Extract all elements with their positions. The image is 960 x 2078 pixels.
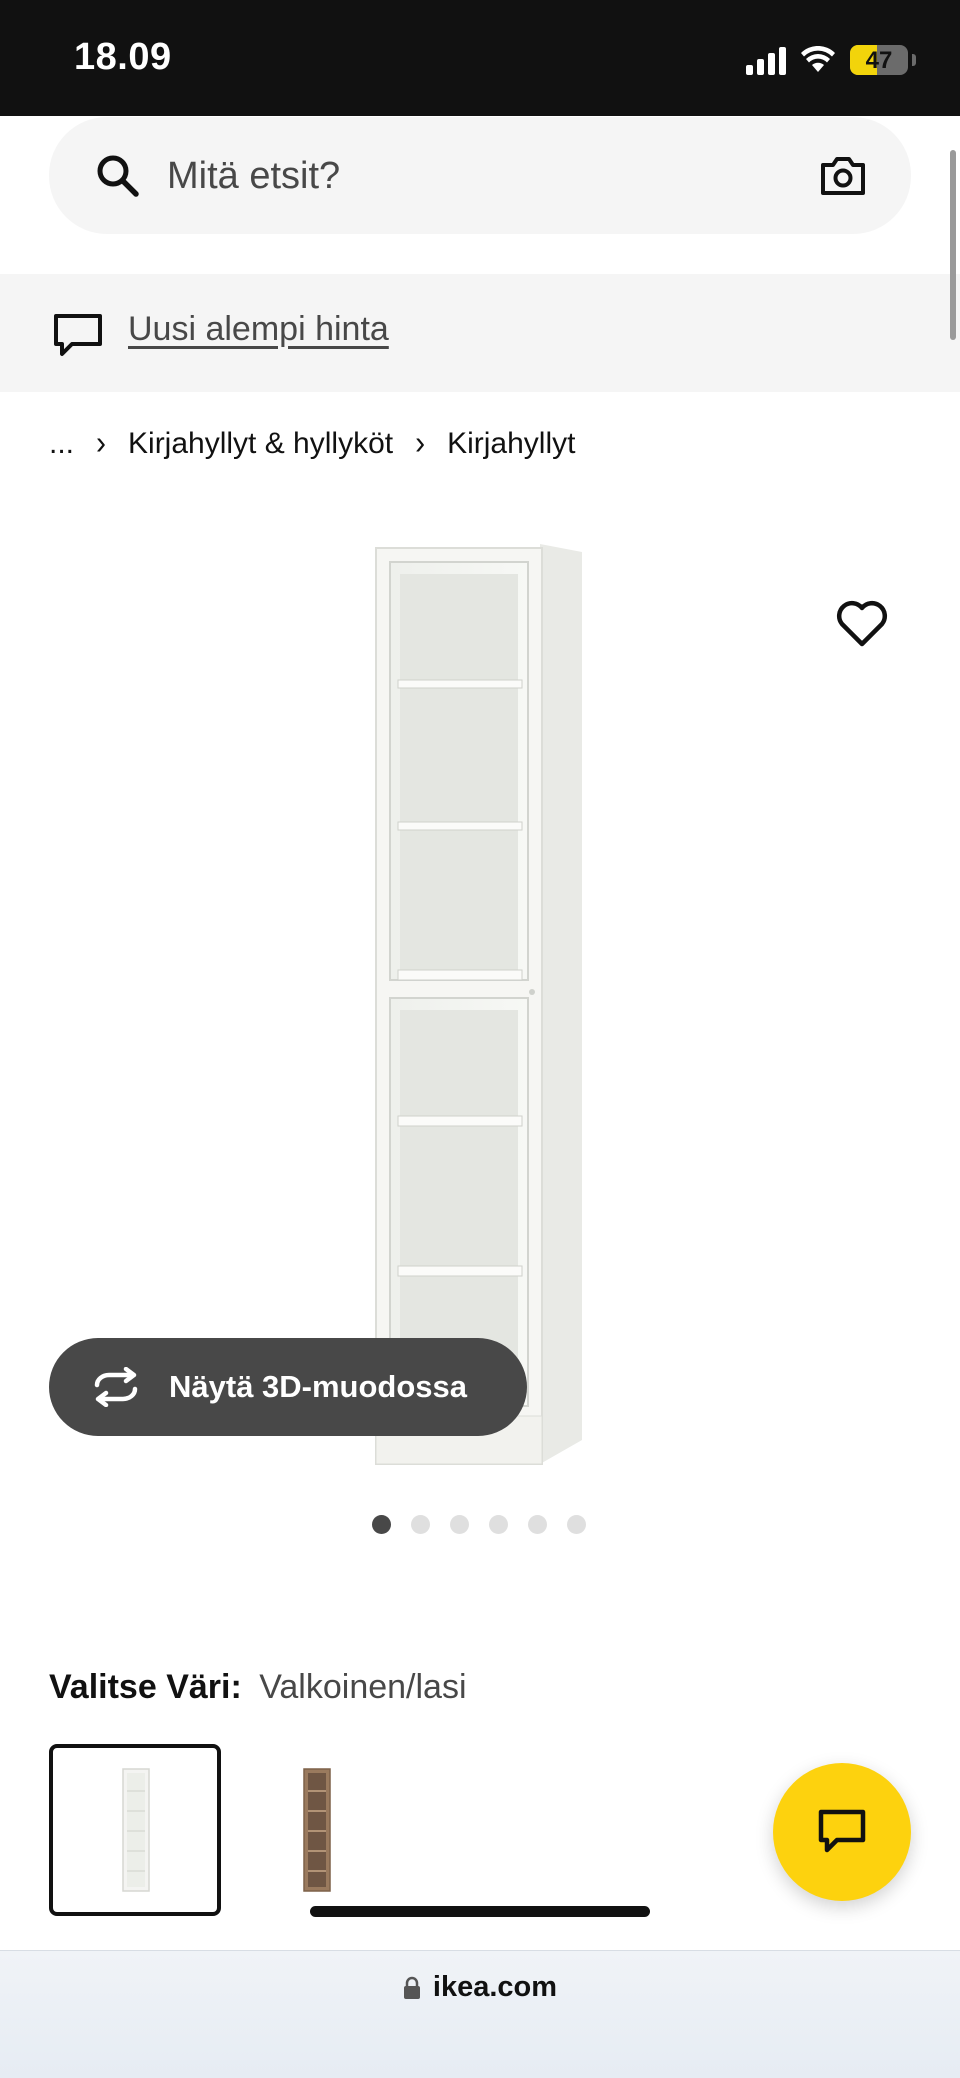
camera-icon[interactable] xyxy=(819,153,867,199)
lock-icon xyxy=(403,1976,420,1999)
chat-button[interactable] xyxy=(773,1763,911,1901)
wifi-icon xyxy=(801,46,835,72)
breadcrumb-ellipsis[interactable]: ... xyxy=(49,427,74,461)
search-placeholder: Mitä etsit? xyxy=(167,155,341,197)
color-label: Valitse Väri: xyxy=(49,1668,242,1706)
swatch-thumbnail-white xyxy=(122,1768,150,1892)
price-banner: Uusi alempi hinta xyxy=(0,274,960,392)
status-time: 18.09 xyxy=(74,36,172,78)
view-3d-label: Näytä 3D-muodossa xyxy=(169,1369,468,1404)
color-swatch-white-glass[interactable] xyxy=(49,1744,221,1916)
color-selector-heading: Valitse Väri: Valkoinen/lasi xyxy=(49,1668,467,1707)
image-carousel-dots xyxy=(372,1515,586,1534)
carousel-dot[interactable] xyxy=(372,1515,391,1534)
heart-icon[interactable] xyxy=(834,596,890,652)
status-icons: 47 xyxy=(746,40,916,80)
status-bar: 18.09 47 xyxy=(0,0,960,116)
carousel-dot[interactable] xyxy=(411,1515,430,1534)
speech-bubble-icon xyxy=(54,314,102,356)
carousel-dot[interactable] xyxy=(567,1515,586,1534)
breadcrumb-separator: › xyxy=(96,425,107,462)
url-content: ikea.com xyxy=(0,1971,960,2004)
chat-icon xyxy=(818,1809,866,1853)
battery-level: 47 xyxy=(865,47,893,74)
url-text: ikea.com xyxy=(432,1971,558,2003)
browser-url-bar[interactable]: ikea.com xyxy=(0,1950,960,2078)
product-image[interactable] xyxy=(360,540,590,1472)
page-scrollbar[interactable] xyxy=(950,150,956,340)
lower-price-link[interactable]: Uusi alempi hinta xyxy=(128,310,389,349)
search-input[interactable]: Mitä etsit? xyxy=(49,117,911,234)
cellular-signal-icon xyxy=(746,45,786,75)
carousel-dot[interactable] xyxy=(528,1515,547,1534)
battery-tip xyxy=(912,54,916,66)
search-icon xyxy=(97,155,139,197)
carousel-dot[interactable] xyxy=(450,1515,469,1534)
color-swatch-brown[interactable] xyxy=(230,1744,402,1916)
home-indicator xyxy=(310,1906,650,1917)
breadcrumb-separator: › xyxy=(415,425,426,462)
carousel-dot[interactable] xyxy=(489,1515,508,1534)
breadcrumb-item-bookcases[interactable]: Kirjahyllyt xyxy=(447,427,575,461)
rotate-3d-icon xyxy=(94,1367,138,1407)
breadcrumb-item-bookcases-shelves[interactable]: Kirjahyllyt & hyllyköt xyxy=(128,427,393,461)
view-3d-button[interactable]: Näytä 3D-muodossa xyxy=(49,1338,527,1436)
breadcrumb: ... › Kirjahyllyt & hyllyköt › Kirjahyll… xyxy=(49,424,575,464)
color-value: Valkoinen/lasi xyxy=(259,1668,467,1706)
battery-icon: 47 xyxy=(850,45,908,75)
swatch-thumbnail-brown xyxy=(303,1768,331,1892)
